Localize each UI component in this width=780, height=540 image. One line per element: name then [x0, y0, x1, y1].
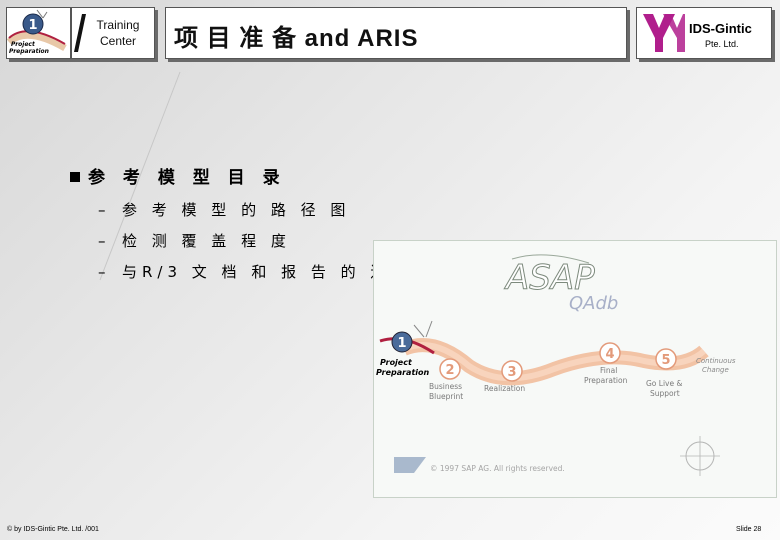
dash-icon: –	[98, 263, 106, 281]
asap-logo-text: ASAP	[504, 258, 595, 298]
continuous-change-line2: Change	[702, 366, 729, 374]
step-4-label2: Preparation	[584, 376, 628, 385]
qadb-text: QAdb	[569, 293, 618, 314]
step-1-label1: Project	[380, 358, 413, 367]
continuous-change-line1: Continuous	[696, 357, 736, 365]
compass-icon	[680, 436, 720, 476]
sap-copyright: © 1997 SAP AG. All rights reserved.	[430, 464, 565, 473]
sub-item-roadmap: – 参 考 模 型 的 路 径 图	[98, 199, 350, 220]
step-2-label1: Business	[429, 382, 462, 391]
sap-logo-icon	[394, 457, 426, 473]
asap-roadmap-graphic: ASAP QAdb 1 Project Preparation 2 Busine…	[376, 254, 736, 476]
step-5-label2: Support	[650, 389, 680, 398]
step-4-number: 4	[605, 347, 614, 362]
footer-copyright: © by IDS-Gintic Pte. Ltd. /001	[7, 526, 99, 533]
bullet-square-icon	[70, 172, 80, 182]
dash-icon: –	[98, 232, 106, 250]
step-3-number: 3	[507, 365, 516, 380]
step-5-number: 5	[661, 353, 670, 368]
step-3-label1: Realization	[484, 384, 525, 393]
sub-item-coverage: – 检 测 覆 盖 程 度	[98, 230, 291, 251]
step-1-label2: Preparation	[376, 368, 430, 377]
sub-item-text: 检 测 覆 盖 程 度	[122, 232, 291, 250]
main-bullet: 参 考 模 型 目 录	[70, 163, 286, 188]
step-4-label1: Final	[600, 366, 617, 375]
step-1-number: 1	[397, 336, 406, 351]
sub-item-text: 参 考 模 型 的 路 径 图	[122, 201, 351, 219]
asap-roadmap-image: ASAP QAdb 1 Project Preparation 2 Busine…	[373, 240, 777, 498]
step-5-label1: Go Live &	[646, 379, 682, 388]
dash-icon: –	[98, 201, 106, 219]
sub-item-r3-link: – 与R/3 文 档 和 报 告 的 连 接	[98, 261, 420, 282]
main-bullet-text: 参 考 模 型 目 录	[88, 168, 286, 188]
step-2-number: 2	[445, 363, 454, 378]
step-2-label2: Blueprint	[429, 392, 463, 401]
slide-number: Slide 28	[736, 526, 762, 533]
